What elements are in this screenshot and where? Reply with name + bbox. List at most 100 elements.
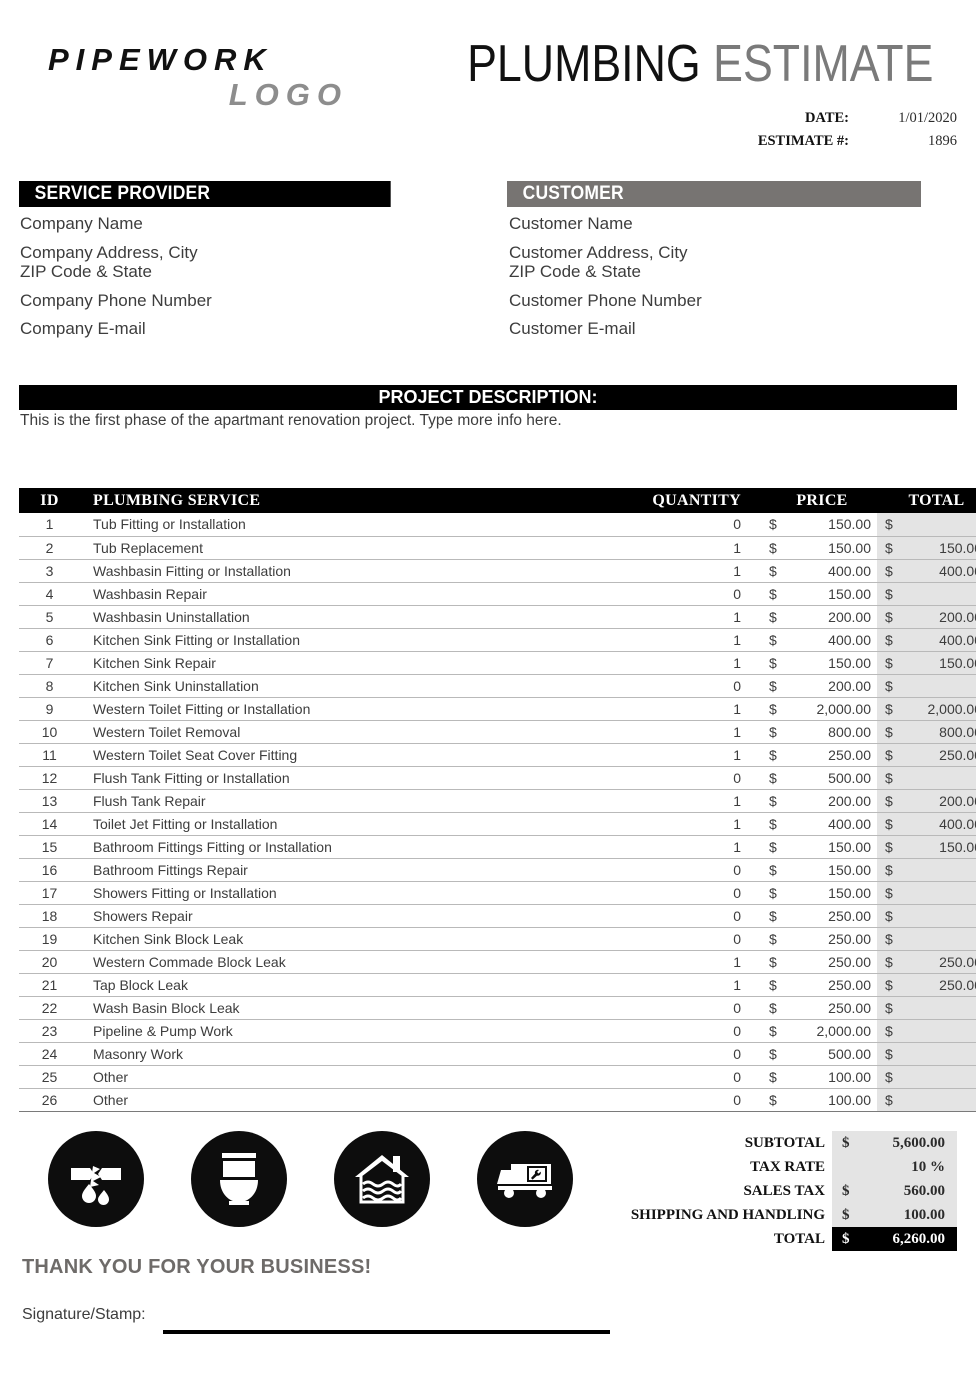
cell-price: $150.00 (767, 536, 877, 560)
service-provider-details: Company Name Company Address, City ZIP C… (20, 215, 490, 349)
cell-price: $150.00 (767, 881, 877, 905)
table-row: 25Other0$100.00$- (19, 1065, 976, 1089)
table-row: 19Kitchen Sink Block Leak0$250.00$- (19, 927, 976, 951)
price-value: 800.00 (828, 723, 871, 740)
price-value: 250.00 (828, 953, 871, 970)
currency-symbol: $ (885, 792, 893, 809)
cell-quantity: 0 (593, 766, 767, 790)
cell-id: 16 (19, 858, 80, 882)
leaking-pipe-icon (48, 1131, 144, 1227)
table-row: 10Western Toilet Removal1$800.00$800.00 (19, 720, 976, 744)
cell-service: Masonry Work (80, 1042, 593, 1066)
cell-total: $- (877, 881, 976, 905)
plumbing-services-table: ID PLUMBING SERVICE QUANTITY PRICE TOTAL… (19, 488, 976, 1112)
table-row: 2Tub Replacement1$150.00$150.00 (19, 536, 976, 560)
table-row: 8Kitchen Sink Uninstallation0$200.00$- (19, 674, 976, 698)
cell-quantity: 0 (593, 1088, 767, 1112)
currency-symbol: $ (769, 539, 777, 556)
table-row: 1Tub Fitting or Installation0$150.00$- (19, 513, 976, 537)
page-title-part-2: ESTIMATE (713, 35, 934, 93)
currency-symbol: $ (885, 1045, 893, 1062)
cell-id: 11 (19, 743, 80, 767)
table-row: 12 Flush Tank Fitting or Installation 0 $50… (19, 766, 976, 790)
page-title: PLUMBING ESTIMATE (467, 35, 933, 93)
cell-id: 26 (19, 1088, 80, 1112)
totals-value-cell: $560.00 (832, 1179, 957, 1203)
currency-symbol: $ (769, 1022, 777, 1039)
price-value: 2,000.00 (816, 700, 872, 717)
price-value: 250.00 (828, 976, 871, 993)
cell-price: $250.00 (767, 904, 877, 928)
price-value: 150.00 (828, 884, 871, 901)
cell-quantity: 1 (593, 835, 767, 859)
cell-total: $- (877, 513, 976, 537)
currency-symbol: $ (769, 631, 777, 648)
totals-amount: 560.00 (903, 1183, 945, 1199)
price-value: 100.00 (828, 1091, 871, 1108)
currency-symbol: $ (842, 1135, 850, 1151)
currency-symbol: $ (885, 631, 893, 648)
totals-label: TOTAL (773, 1231, 825, 1247)
currency-symbol: $ (885, 654, 893, 671)
cell-total: $200.00 (877, 605, 976, 629)
cell-price: $400.00 (767, 559, 877, 583)
cell-id: 12 (19, 766, 80, 790)
price-value: 2,000.00 (816, 1022, 872, 1039)
cell-total: $- (877, 904, 976, 928)
totals-row: SHIPPING AND HANDLING $100.00 (617, 1203, 957, 1227)
currency-symbol: $ (885, 769, 893, 786)
currency-symbol: $ (842, 1183, 850, 1199)
cell-id: 17 (19, 881, 80, 905)
cell-id: 9 (19, 697, 80, 721)
price-value: 400.00 (828, 815, 871, 832)
cell-price: $500.00 (767, 1042, 877, 1066)
price-value: 150.00 (828, 516, 871, 533)
cell-service: Tub Fitting or Installation (80, 513, 593, 537)
currency-symbol: $ (885, 700, 893, 717)
cell-quantity: 1 (593, 743, 767, 767)
provider-zip-state: ZIP Code & State (20, 262, 152, 281)
cell-id: 22 (19, 996, 80, 1020)
cell-price: $200.00 (767, 674, 877, 698)
date-row: DATE: 1/01/2020 (657, 110, 957, 127)
cell-service: Western Commade Block Leak (80, 950, 593, 974)
currency-symbol: $ (769, 884, 777, 901)
price-value: 250.00 (828, 930, 871, 947)
page-title-part-1: PLUMBING (467, 35, 701, 93)
currency-symbol: $ (885, 746, 893, 763)
table-row: 11 Western Toilet Seat Cover Fitting 1 $250… (19, 743, 976, 767)
estimate-number-label: ESTIMATE #: (757, 133, 849, 149)
table-row: 7Kitchen Sink Repair1$150.00$150.00 (19, 651, 976, 675)
totals-amount: 6,260.00 (892, 1231, 946, 1247)
cell-service: Other (80, 1088, 593, 1112)
cell-total: $2,000.00 (877, 697, 976, 721)
price-value: 150.00 (828, 838, 871, 855)
project-description-text: This is the first phase of the apartmant… (20, 412, 562, 429)
cell-total: $- (877, 582, 976, 606)
cell-total: $- (877, 996, 976, 1020)
cell-total: $250.00 (877, 743, 976, 767)
company-logo: PIPEWORK LOGO (48, 42, 378, 111)
cell-total: $800.00 (877, 720, 976, 744)
cell-quantity: 0 (593, 1042, 767, 1066)
grand-total-row: TOTAL $6,260.00 (617, 1227, 957, 1251)
provider-email: Company E-mail (20, 319, 146, 338)
table-header-row: ID PLUMBING SERVICE QUANTITY PRICE TOTAL (19, 488, 976, 513)
currency-symbol: $ (842, 1231, 850, 1247)
cell-service: Western Toilet Removal (80, 720, 593, 744)
cell-service: Showers Fitting or Installation (80, 881, 593, 905)
price-value: 150.00 (828, 585, 871, 602)
cell-price: $250.00 (767, 950, 877, 974)
cell-quantity: 0 (593, 927, 767, 951)
price-value: 150.00 (828, 861, 871, 878)
cell-quantity: 1 (593, 973, 767, 997)
cell-price: $150.00 (767, 513, 877, 537)
cell-total: $- (877, 1042, 976, 1066)
total-value: 400.00 (939, 631, 976, 648)
logo-line-primary: PIPEWORK (48, 42, 273, 77)
currency-symbol: $ (885, 838, 893, 855)
table-row: 23Pipeline & Pump Work0$2,000.00$- (19, 1019, 976, 1043)
currency-symbol: $ (769, 861, 777, 878)
estimate-meta: DATE: 1/01/2020 ESTIMATE #: 1896 (657, 110, 957, 156)
cell-price: $100.00 (767, 1088, 877, 1112)
